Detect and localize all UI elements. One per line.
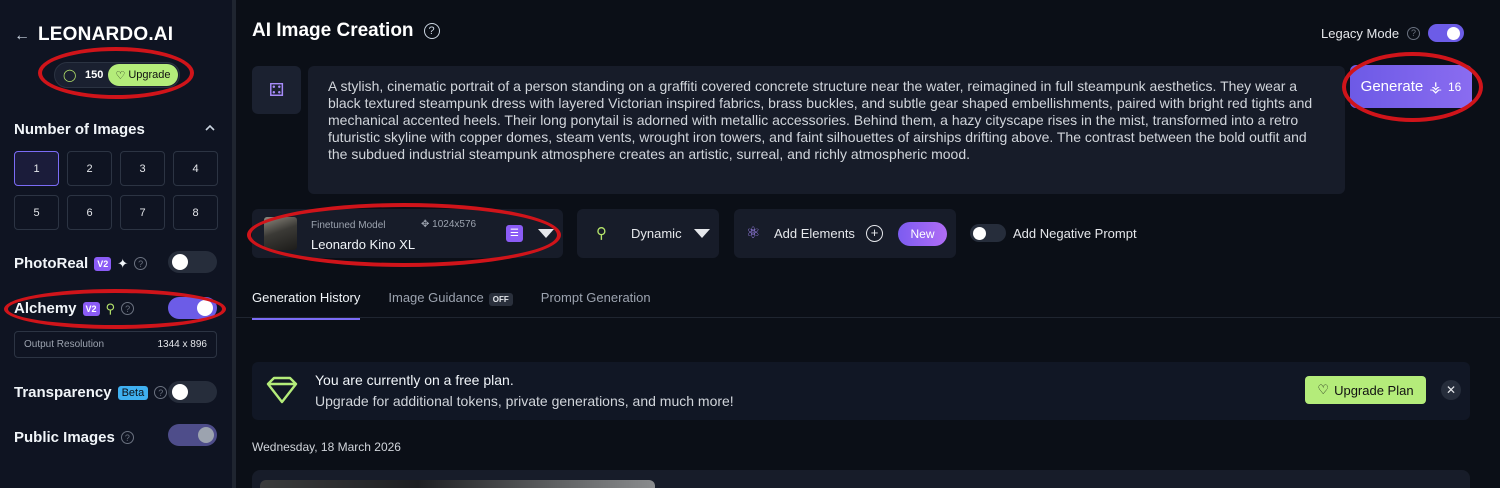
help-icon[interactable]: ?	[1407, 26, 1421, 40]
number-of-images-title: Number of Images	[14, 121, 145, 138]
alchemy-toggle[interactable]	[168, 297, 217, 319]
num-images-option-5[interactable]: 5	[14, 195, 59, 230]
num-images-option-3[interactable]: 3	[120, 151, 165, 186]
page-title: AI Image Creation ?	[252, 20, 440, 42]
diamond-icon	[266, 376, 298, 404]
tab-label: Generation History	[252, 290, 361, 305]
potion-icon: ⚲	[105, 300, 116, 316]
page-title-text: AI Image Creation	[252, 20, 414, 41]
model-thumbnail	[264, 217, 297, 250]
negative-prompt-label: Add Negative Prompt	[1013, 226, 1137, 241]
transparency-label: Transparency	[14, 384, 112, 401]
public-images-toggle[interactable]	[168, 424, 217, 446]
tab-image-guidance[interactable]: Image Guidance OFF	[388, 290, 513, 320]
alchemy-version-badge: V2	[82, 301, 100, 316]
tab-bar: Generation History Image Guidance OFF Pro…	[252, 290, 651, 320]
num-images-option-6[interactable]: 6	[67, 195, 112, 230]
add-elements-button[interactable]: ⚛ Add Elements + New	[734, 209, 956, 258]
model-selector[interactable]: Finetuned Model ✥ 1024x576 Leonardo Kino…	[252, 209, 563, 258]
token-count: 150	[85, 69, 104, 81]
generated-image-thumbnail[interactable]	[260, 480, 655, 488]
upgrade-plan-label: Upgrade Plan	[1334, 382, 1414, 398]
chevron-down-icon[interactable]	[538, 229, 554, 238]
model-type-label: Finetuned Model	[311, 220, 386, 231]
num-images-option-7[interactable]: 7	[120, 195, 165, 230]
photoreal-row: PhotoReal V2 ✦ ?	[14, 255, 148, 272]
output-resolution-value: 1344 x 896	[157, 339, 208, 350]
potion-icon: ⚲	[596, 225, 607, 242]
generation-date: Wednesday, 18 March 2026	[252, 440, 401, 454]
add-elements-label: Add Elements	[774, 226, 855, 241]
help-icon[interactable]: ?	[423, 23, 440, 39]
num-images-option-2[interactable]: 2	[67, 151, 112, 186]
alchemy-row: Alchemy V2 ⚲ ?	[14, 300, 135, 317]
style-label: Dynamic	[631, 226, 682, 241]
model-dimensions: ✥ 1024x576	[421, 219, 477, 230]
token-balance: ◯ 150 ♡ Upgrade	[54, 62, 180, 88]
number-of-images-grid: 1 2 3 4 5 6 7 8	[14, 151, 218, 230]
num-images-option-4[interactable]: 4	[173, 151, 218, 186]
plan-status-text: You are currently on a free plan.	[315, 372, 514, 388]
output-resolution: Output Resolution 1344 x 896	[14, 331, 217, 358]
prompt-input[interactable]: A stylish, cinematic portrait of a perso…	[308, 66, 1345, 194]
help-icon[interactable]: ?	[134, 257, 148, 270]
close-icon[interactable]: ✕	[1441, 380, 1461, 400]
tab-label: Image Guidance	[388, 290, 484, 305]
upgrade-button[interactable]: ♡ Upgrade	[108, 64, 178, 86]
random-prompt-button[interactable]: ⚃	[252, 66, 301, 114]
atom-icon: ⚛	[746, 225, 761, 242]
arrow-left-icon[interactable]: ←	[14, 27, 30, 45]
upgrade-label: Upgrade	[128, 69, 171, 81]
help-icon[interactable]: ?	[120, 431, 134, 444]
sidebar: ← LEONARDO.AI ◯ 150 ♡ Upgrade Number of …	[0, 0, 232, 488]
logo: LEONARDO.AI	[38, 24, 174, 45]
notes-icon[interactable]: ☰	[506, 225, 523, 242]
off-badge: OFF	[488, 293, 513, 306]
public-images-label: Public Images	[14, 429, 115, 446]
generate-label: Generate	[1360, 78, 1424, 95]
legacy-mode-toggle[interactable]	[1428, 24, 1465, 42]
generate-cost: 16	[1447, 79, 1462, 94]
negative-prompt-toggle[interactable]	[970, 224, 1006, 242]
free-plan-banner: You are currently on a free plan. Upgrad…	[252, 362, 1470, 420]
diamond-icon: ♡	[115, 69, 126, 82]
transparency-toggle[interactable]	[168, 381, 217, 403]
plus-circle-icon: +	[866, 225, 883, 242]
token-coins-icon: ◯	[63, 68, 77, 82]
chevron-up-icon[interactable]	[204, 122, 216, 134]
output-resolution-label: Output Resolution	[24, 339, 105, 350]
generation-card	[252, 470, 1470, 488]
legacy-mode-label: Legacy Mode	[1321, 25, 1400, 41]
model-dimensions-value: 1024x576	[432, 219, 477, 230]
alchemy-label: Alchemy	[14, 300, 77, 317]
model-name: Leonardo Kino XL	[311, 237, 416, 252]
help-icon[interactable]: ?	[154, 386, 168, 399]
num-images-option-1[interactable]: 1	[14, 151, 59, 186]
generate-button[interactable]: Generate ⚶ 16	[1350, 65, 1472, 108]
help-icon[interactable]: ?	[121, 302, 135, 315]
tab-generation-history[interactable]: Generation History	[252, 290, 361, 320]
tab-label: Prompt Generation	[540, 290, 651, 305]
photoreal-version-badge: V2	[94, 256, 112, 271]
chevron-down-icon[interactable]	[694, 229, 710, 238]
legacy-mode: Legacy Mode ?	[1321, 24, 1465, 42]
photoreal-toggle[interactable]	[168, 251, 217, 273]
token-coins-icon: ⚶	[1429, 78, 1442, 96]
diamond-icon: ♡	[1317, 382, 1330, 397]
dice-icon: ⚃	[268, 79, 285, 100]
upgrade-plan-button[interactable]: ♡ Upgrade Plan	[1305, 376, 1426, 404]
style-selector[interactable]: ⚲ Dynamic	[577, 209, 719, 258]
num-images-option-8[interactable]: 8	[173, 195, 218, 230]
public-images-row: Public Images ?	[14, 429, 134, 446]
tabs-divider	[236, 317, 1500, 318]
main-content: AI Image Creation ? Legacy Mode ? ⚃ A st…	[236, 0, 1500, 488]
tab-prompt-generation[interactable]: Prompt Generation	[541, 290, 651, 320]
beta-badge: Beta	[117, 385, 149, 400]
new-badge: New	[898, 222, 947, 246]
photoreal-label: PhotoReal	[14, 255, 89, 272]
sparkle-camera-icon: ✦	[117, 255, 129, 271]
plan-upsell-text: Upgrade for additional tokens, private g…	[315, 393, 734, 409]
transparency-row: Transparency Beta ?	[14, 384, 168, 401]
